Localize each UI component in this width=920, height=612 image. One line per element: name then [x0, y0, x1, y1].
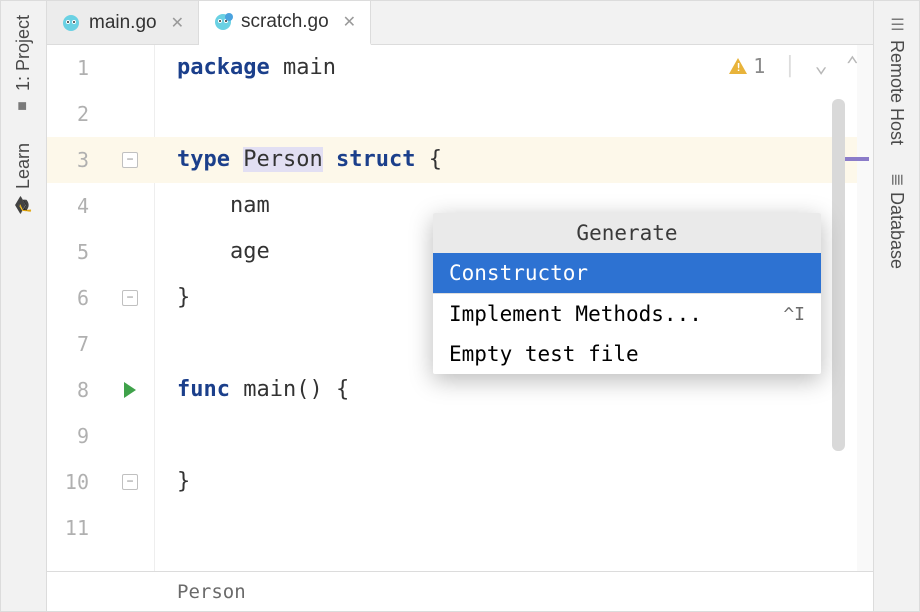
line-number: 10	[47, 459, 105, 505]
code-line	[155, 413, 873, 459]
tool-label: Remote Host	[886, 40, 907, 145]
tool-label: Database	[886, 192, 907, 269]
close-icon[interactable]: ✕	[171, 13, 184, 33]
tool-database[interactable]: ≣ Database	[886, 159, 907, 283]
tool-project[interactable]: ■ 1: Project	[13, 1, 34, 129]
popup-item-label: Empty test file	[449, 342, 639, 366]
fold-icon[interactable]: −	[122, 152, 138, 168]
tab-bar: main.go ✕ scratch.go ✕	[47, 1, 873, 45]
warning-count: 1	[753, 54, 765, 78]
popup-item-constructor[interactable]: Constructor	[433, 253, 821, 293]
tab-scratch-go[interactable]: scratch.go ✕	[199, 1, 371, 45]
generate-popup: Generate Constructor Implement Methods..…	[433, 213, 821, 374]
line-number: 7	[47, 321, 105, 367]
line-number: 6	[47, 275, 105, 321]
line-numbers: 1 2 3 4 5 6 7 8 9 10 11	[47, 45, 105, 551]
code-line	[155, 91, 873, 137]
popup-item-empty-test-file[interactable]: Empty test file	[433, 334, 821, 374]
line-number: 8	[47, 367, 105, 413]
error-stripe[interactable]	[857, 45, 873, 571]
code-line	[155, 505, 873, 551]
warning-badge[interactable]: 1	[729, 54, 765, 78]
graduation-cap-icon: 🎓	[13, 195, 33, 215]
fold-end-icon[interactable]: −	[122, 474, 138, 490]
code-editor[interactable]: 1 | ⌄ ⌃ package main type Person struct …	[155, 45, 873, 571]
tab-label: main.go	[89, 12, 157, 34]
fold-end-icon[interactable]: −	[122, 290, 138, 306]
tool-remote-host[interactable]: ☰ Remote Host	[886, 1, 907, 159]
inspection-widget: 1 | ⌄ ⌃	[729, 53, 859, 78]
tab-label: scratch.go	[241, 11, 329, 33]
editor-area: 1 2 3 4 5 6 7 8 9 10 11 −	[47, 45, 873, 571]
popup-item-label: Implement Methods...	[449, 302, 702, 326]
tab-main-go[interactable]: main.go ✕	[47, 1, 199, 44]
line-number: 2	[47, 91, 105, 137]
line-number: 4	[47, 183, 105, 229]
folder-icon: ■	[14, 101, 32, 111]
line-number: 9	[47, 413, 105, 459]
line-number: 11	[47, 505, 105, 551]
popup-title: Generate	[433, 213, 821, 253]
popup-item-label: Constructor	[449, 261, 588, 285]
error-stripe-mark[interactable]	[845, 157, 869, 161]
left-tool-rail: ■ 1: Project 🎓 Learn	[1, 1, 47, 611]
line-number: 1	[47, 45, 105, 91]
gutter: 1 2 3 4 5 6 7 8 9 10 11 −	[47, 45, 155, 571]
line-number: 3	[47, 137, 105, 183]
tool-label: Learn	[13, 143, 34, 189]
right-tool-rail: ☰ Remote Host ≣ Database	[873, 1, 919, 611]
go-scratch-file-icon	[213, 12, 233, 32]
code-line: type Person struct {	[155, 137, 873, 183]
server-icon: ☰	[887, 15, 906, 34]
gutter-icons: − − −	[105, 45, 155, 551]
tool-label: 1: Project	[13, 15, 34, 91]
popup-item-implement-methods[interactable]: Implement Methods... ^I	[433, 294, 821, 334]
breadcrumb-bar: Person	[47, 571, 873, 611]
go-file-icon	[61, 13, 81, 33]
keyboard-shortcut: ^I	[783, 304, 805, 325]
chevron-down-icon[interactable]: ⌄	[815, 53, 828, 78]
run-gutter-icon[interactable]	[124, 382, 136, 398]
close-icon[interactable]: ✕	[343, 12, 356, 32]
tool-learn[interactable]: 🎓 Learn	[13, 129, 34, 229]
code-line: }	[155, 459, 873, 505]
scrollbar-thumb[interactable]	[832, 99, 845, 451]
editor-main: main.go ✕ scratch.go ✕ 1 2 3 4 5 6	[47, 1, 873, 611]
database-icon: ≣	[887, 173, 906, 186]
warning-icon	[729, 58, 747, 74]
line-number: 5	[47, 229, 105, 275]
breadcrumb[interactable]: Person	[177, 581, 246, 603]
